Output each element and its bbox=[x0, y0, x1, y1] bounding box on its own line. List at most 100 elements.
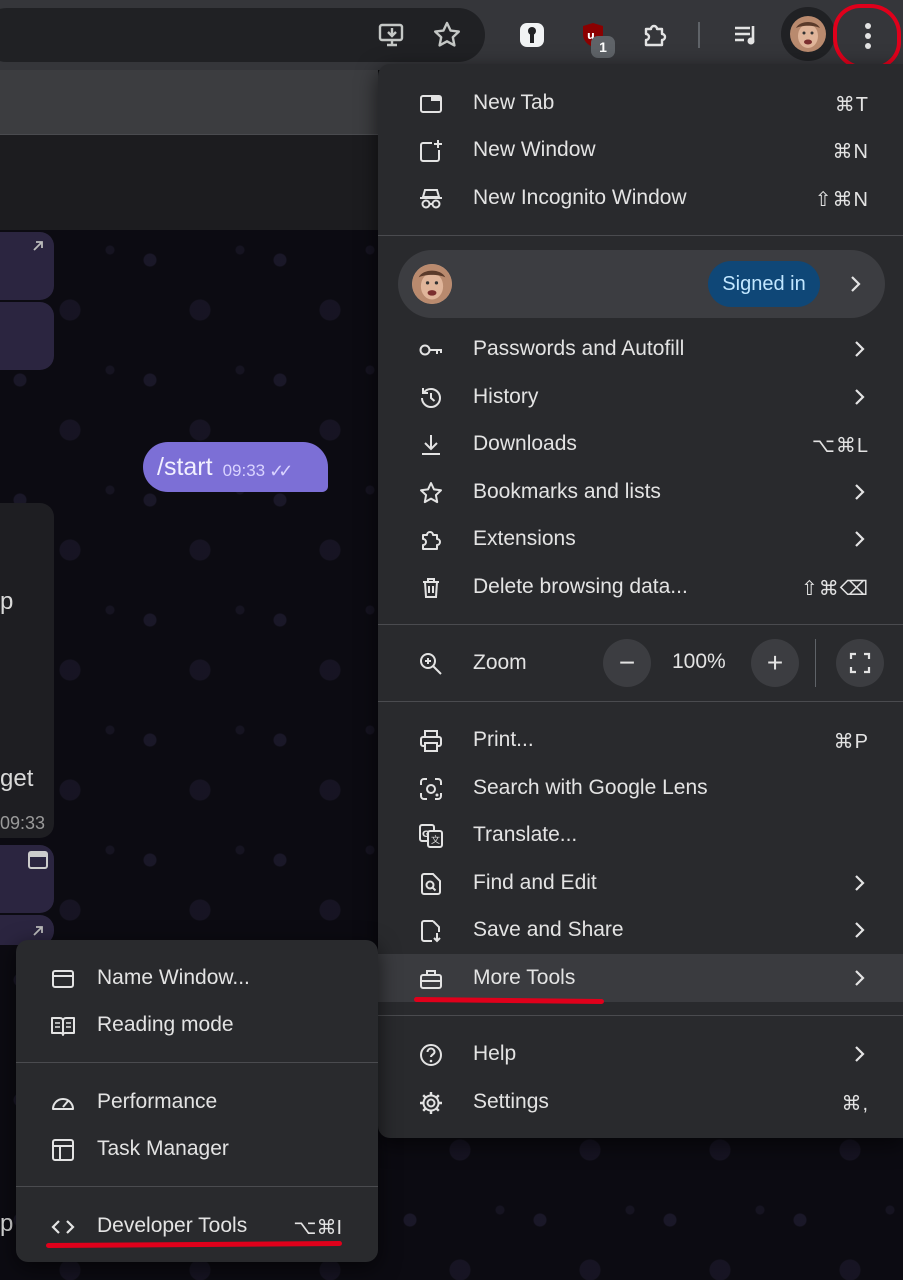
menu-item-label: Performance bbox=[97, 1090, 218, 1113]
message-time: 09:33 bbox=[222, 461, 266, 480]
zoom-out-button[interactable]: − bbox=[603, 639, 651, 687]
menu-item-history[interactable]: History bbox=[378, 373, 903, 421]
side-card-text: get bbox=[0, 765, 34, 792]
annotation-underline bbox=[413, 997, 605, 1004]
menu-item-new-incognito[interactable]: New Incognito Window ⇧⌘N bbox=[378, 174, 903, 222]
annotation-circle bbox=[833, 4, 901, 70]
menu-item-label: Developer Tools bbox=[97, 1214, 248, 1237]
menu-item-label: Translate... bbox=[473, 823, 578, 846]
side-card-text: p bbox=[0, 1210, 14, 1237]
menu-item-save-share[interactable]: Save and Share bbox=[378, 906, 903, 954]
chat-side-card[interactable]: p get 09:33 bbox=[0, 503, 54, 838]
google-lens-icon bbox=[418, 776, 444, 802]
menu-item-label: Help bbox=[473, 1042, 517, 1065]
menu-item-label: Task Manager bbox=[97, 1137, 229, 1160]
menu-item-performance[interactable]: Performance bbox=[16, 1078, 378, 1126]
shortcut-label: ⌥⌘I bbox=[293, 1217, 342, 1239]
menu-item-new-window[interactable]: New Window ⌘N bbox=[378, 126, 903, 174]
menu-divider bbox=[16, 1186, 378, 1187]
star-icon bbox=[418, 480, 444, 506]
menu-item-task-manager[interactable]: Task Manager bbox=[16, 1125, 378, 1173]
task-manager-icon bbox=[50, 1137, 76, 1163]
print-icon bbox=[418, 728, 444, 754]
expand-icon[interactable] bbox=[30, 923, 46, 939]
extensions-puzzle-icon bbox=[418, 527, 444, 553]
menu-item-label: Print... bbox=[473, 728, 534, 751]
shortcut-label: ⌘, bbox=[841, 1093, 869, 1115]
install-app-icon[interactable] bbox=[370, 13, 414, 57]
shortcut-label: ⇧⌘⌫ bbox=[800, 578, 869, 600]
menu-item-extensions[interactable]: Extensions bbox=[378, 515, 903, 563]
menu-item-label: History bbox=[473, 385, 539, 408]
toolbox-icon bbox=[418, 966, 444, 992]
star-icon[interactable] bbox=[425, 13, 469, 57]
gear-icon bbox=[418, 1090, 444, 1116]
menu-item-label: More Tools bbox=[473, 966, 576, 989]
menu-item-more-tools[interactable]: More Tools bbox=[378, 954, 903, 1002]
tab-strip bbox=[0, 70, 378, 135]
fullscreen-icon bbox=[849, 652, 871, 674]
menu-item-label: Passwords and Autofill bbox=[473, 337, 685, 360]
expand-icon[interactable] bbox=[30, 238, 46, 254]
zoom-level: 100% bbox=[672, 650, 726, 673]
menu-item-print[interactable]: Print... ⌘P bbox=[378, 716, 903, 764]
translate-icon: G文 bbox=[418, 823, 444, 849]
side-card-time: 09:33 bbox=[0, 813, 46, 833]
signed-in-chip: Signed in bbox=[708, 261, 820, 307]
zoom-icon bbox=[418, 651, 444, 677]
media-queue-icon[interactable] bbox=[724, 13, 768, 57]
extensions-puzzle-icon[interactable] bbox=[633, 13, 677, 57]
incognito-icon bbox=[418, 186, 444, 212]
more-tools-submenu: Name Window... Reading mode Performance … bbox=[16, 940, 378, 1262]
menu-item-new-tab[interactable]: New Tab ⌘T bbox=[378, 79, 903, 127]
menu-item-label: Extensions bbox=[473, 527, 576, 550]
profile-avatar[interactable] bbox=[781, 7, 835, 61]
message-text: /start bbox=[157, 452, 213, 481]
trash-icon bbox=[418, 575, 444, 601]
code-brackets-icon bbox=[50, 1214, 76, 1240]
zoom-in-button[interactable]: + bbox=[751, 639, 799, 687]
menu-item-label: Settings bbox=[473, 1090, 549, 1113]
profile-avatar bbox=[412, 264, 452, 304]
message-bubble[interactable]: /start 09:33 ✓✓ bbox=[143, 442, 328, 492]
profile-row[interactable]: Signed in bbox=[398, 250, 885, 318]
menu-item-label: Downloads bbox=[473, 432, 577, 455]
chat-header bbox=[0, 135, 378, 230]
gauge-icon bbox=[50, 1090, 76, 1116]
fullscreen-button[interactable] bbox=[836, 639, 884, 687]
toolbar-divider bbox=[698, 22, 700, 48]
key-icon bbox=[418, 337, 444, 363]
chevron-right-icon bbox=[855, 922, 865, 938]
shortcut-label: ⌘T bbox=[834, 94, 869, 116]
menu-item-label: Delete browsing data... bbox=[473, 575, 688, 598]
chat-media-preview[interactable] bbox=[0, 302, 54, 370]
read-ticks-icon: ✓✓ bbox=[269, 460, 293, 481]
menu-item-translate[interactable]: G文 Translate... bbox=[378, 811, 903, 859]
menu-item-downloads[interactable]: Downloads ⌥⌘L bbox=[378, 420, 903, 468]
menu-item-passwords[interactable]: Passwords and Autofill bbox=[378, 325, 903, 373]
menu-item-label: New Window bbox=[473, 138, 596, 161]
menu-item-find-edit[interactable]: Find and Edit bbox=[378, 859, 903, 907]
menu-item-settings[interactable]: Settings ⌘, bbox=[378, 1078, 903, 1126]
menu-item-google-lens[interactable]: Search with Google Lens bbox=[378, 764, 903, 812]
book-icon bbox=[50, 1013, 76, 1039]
password-manager-icon[interactable] bbox=[510, 13, 554, 57]
extension-badge: 1 bbox=[591, 36, 615, 58]
download-icon bbox=[418, 432, 444, 458]
menu-item-reading-mode[interactable]: Reading mode bbox=[16, 1001, 378, 1049]
menu-item-label: New Tab bbox=[473, 91, 555, 114]
chevron-right-icon bbox=[855, 484, 865, 500]
menu-divider bbox=[16, 1062, 378, 1063]
menu-item-delete-browsing-data[interactable]: Delete browsing data... ⇧⌘⌫ bbox=[378, 563, 903, 611]
chat-media-preview[interactable] bbox=[0, 845, 54, 913]
chat-media-preview[interactable] bbox=[0, 232, 54, 300]
menu-item-label: New Incognito Window bbox=[473, 186, 687, 209]
menu-item-label: Name Window... bbox=[97, 966, 250, 989]
menu-item-help[interactable]: Help bbox=[378, 1030, 903, 1078]
chevron-right-icon bbox=[855, 531, 865, 547]
shortcut-label: ⇧⌘N bbox=[814, 189, 869, 211]
zoom-divider bbox=[815, 639, 816, 687]
menu-item-name-window[interactable]: Name Window... bbox=[16, 954, 378, 1002]
menu-item-bookmarks[interactable]: Bookmarks and lists bbox=[378, 468, 903, 516]
svg-text:文: 文 bbox=[431, 834, 440, 846]
